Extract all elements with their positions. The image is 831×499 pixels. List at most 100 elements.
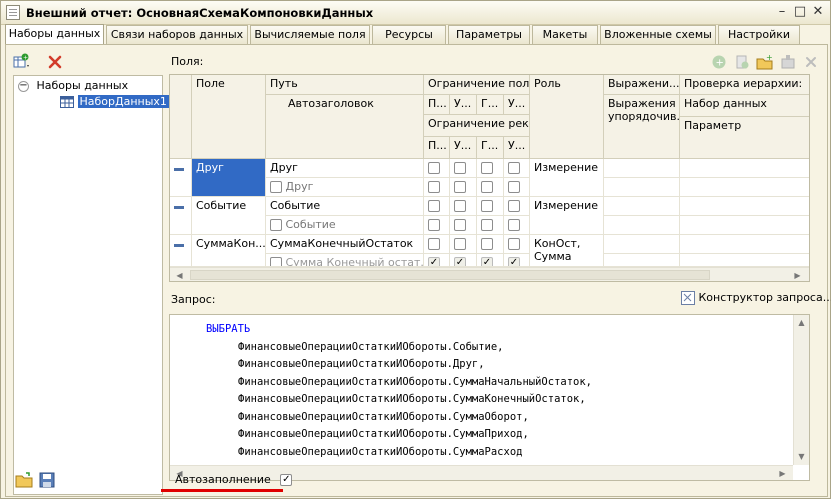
restriction-cell[interactable] (504, 235, 530, 254)
query-constructor-button[interactable]: Конструктор запроса... (681, 291, 831, 305)
scroll-right-icon[interactable]: ▶ (790, 268, 805, 281)
tab-calculated-fields[interactable]: Вычисляемые поля (250, 25, 370, 44)
attr-restriction-cell[interactable] (424, 178, 450, 197)
table-row-field[interactable]: Друг (192, 159, 266, 197)
column-header-attr-restriction-4[interactable]: У... (504, 137, 530, 159)
attr-restriction-checkbox[interactable] (428, 257, 440, 266)
attr-restriction-checkbox[interactable] (428, 219, 440, 231)
add-data-set-icon[interactable]: + (12, 53, 30, 71)
table-row-path[interactable]: Событие (266, 197, 424, 216)
restriction-cell[interactable] (477, 197, 504, 216)
table-row-field[interactable]: СуммаКон... (192, 235, 266, 267)
restriction-cell[interactable] (504, 197, 530, 216)
column-header-restriction-1[interactable]: П... (424, 95, 450, 115)
restriction-cell[interactable] (424, 235, 450, 254)
tab-data-set-links[interactable]: Связи наборов данных (106, 25, 248, 44)
restriction-checkbox[interactable] (454, 200, 466, 212)
data-sets-tree[interactable]: − Наборы данных НаборДанных1 (13, 75, 169, 495)
scroll-left-icon[interactable]: ◀ (172, 268, 187, 281)
column-header-field[interactable]: Поле (192, 75, 266, 159)
column-header-path[interactable]: Путь (266, 75, 424, 95)
table-row-hierarchy-param[interactable] (680, 254, 809, 267)
restriction-cell[interactable] (477, 159, 504, 178)
table-row-hierarchy-param[interactable] (680, 216, 809, 235)
attr-restriction-cell[interactable] (450, 216, 477, 235)
scroll-right-icon[interactable]: ▶ (775, 466, 790, 480)
table-row-role[interactable]: КонОст, Сумма (530, 235, 604, 267)
table-row-expression[interactable] (604, 197, 680, 216)
close-icon[interactable]: ✕ (810, 5, 826, 21)
scroll-down-icon[interactable]: ▼ (794, 449, 809, 464)
table-row-autotitle[interactable]: Сумма Конечный остат... (266, 254, 424, 267)
tab-settings[interactable]: Настройки (718, 25, 800, 44)
attr-restriction-cell[interactable] (504, 254, 530, 267)
column-header-hierarchy-check[interactable]: Проверка иерархии: (680, 75, 809, 95)
add-field-icon[interactable]: + (710, 53, 728, 71)
attr-restriction-cell[interactable] (450, 254, 477, 267)
attr-restriction-cell[interactable] (504, 178, 530, 197)
column-header-attr-restriction-1[interactable]: П... (424, 137, 450, 159)
table-row-expression[interactable] (604, 235, 680, 254)
move-field-icon[interactable] (779, 53, 797, 71)
restriction-cell[interactable] (450, 197, 477, 216)
attr-restriction-checkbox[interactable] (508, 181, 520, 193)
table-row-order-expression[interactable] (604, 254, 680, 267)
restriction-checkbox[interactable] (428, 162, 440, 174)
table-row-field[interactable]: Событие (192, 197, 266, 235)
open-folder-icon[interactable] (15, 471, 33, 489)
attr-restriction-checkbox[interactable] (508, 219, 520, 231)
table-row-role[interactable]: Измерение (530, 197, 604, 235)
autotitle-checkbox[interactable] (270, 257, 282, 266)
table-row-path[interactable]: Друг (266, 159, 424, 178)
tab-parameters[interactable]: Параметры (448, 25, 530, 44)
query-vertical-scrollbar[interactable]: ▲ ▼ (793, 315, 809, 465)
attr-restriction-checkbox[interactable] (454, 219, 466, 231)
tree-root[interactable]: − Наборы данных (18, 78, 128, 94)
table-row-hierarchy-set[interactable] (680, 235, 809, 254)
autofill-control[interactable]: Автозаполнение (175, 473, 293, 486)
attr-restriction-checkbox[interactable] (454, 257, 466, 266)
attr-restriction-cell[interactable] (450, 178, 477, 197)
autotitle-checkbox[interactable] (270, 181, 282, 193)
tab-resources[interactable]: Ресурсы (372, 25, 446, 44)
restriction-cell[interactable] (450, 159, 477, 178)
tab-data-sets[interactable]: Наборы данных (5, 24, 104, 44)
collapse-icon[interactable]: − (18, 80, 29, 92)
fields-grid[interactable]: Поле Путь Автозаголовок Ограничение поля… (169, 74, 810, 282)
column-header-restriction-2[interactable]: У... (450, 95, 477, 115)
column-header-data-set[interactable]: Набор данных (680, 95, 809, 117)
column-header-role[interactable]: Роль (530, 75, 604, 159)
attr-restriction-cell[interactable] (424, 254, 450, 267)
copy-field-icon[interactable] (733, 53, 751, 71)
restriction-checkbox[interactable] (481, 238, 493, 250)
column-header-attribute-restriction[interactable]: Ограничение рек... (424, 115, 530, 137)
table-row-hierarchy-param[interactable] (680, 178, 809, 197)
table-row-order-expression[interactable] (604, 178, 680, 197)
restriction-checkbox[interactable] (481, 162, 493, 174)
table-row-hierarchy-set[interactable] (680, 159, 809, 178)
query-text[interactable]: ВЫБРАТЬ ФинансовыеОперацииОстаткиИОборот… (206, 321, 592, 461)
minimize-icon[interactable]: – (774, 5, 790, 21)
attr-restriction-cell[interactable] (504, 216, 530, 235)
restriction-cell[interactable] (424, 159, 450, 178)
restriction-checkbox[interactable] (454, 238, 466, 250)
attr-restriction-checkbox[interactable] (481, 219, 493, 231)
restriction-checkbox[interactable] (454, 162, 466, 174)
table-row-hierarchy-set[interactable] (680, 197, 809, 216)
restriction-cell[interactable] (504, 159, 530, 178)
column-header-restriction-4[interactable]: У... (504, 95, 530, 115)
attr-restriction-cell[interactable] (477, 216, 504, 235)
scroll-up-icon[interactable]: ▲ (794, 315, 809, 330)
attr-restriction-checkbox[interactable] (481, 257, 493, 266)
maximize-icon[interactable]: □ (792, 5, 808, 21)
autotitle-checkbox[interactable] (270, 219, 282, 231)
column-header-parameter[interactable]: Параметр (680, 117, 809, 159)
restriction-cell[interactable] (450, 235, 477, 254)
restriction-checkbox[interactable] (428, 200, 440, 212)
column-header-autotitle[interactable]: Автозаголовок (266, 95, 424, 159)
autofill-checkbox[interactable] (280, 474, 293, 486)
save-icon[interactable] (38, 471, 56, 489)
table-row-role[interactable]: Измерение (530, 159, 604, 197)
attr-restriction-cell[interactable] (424, 216, 450, 235)
restriction-cell[interactable] (424, 197, 450, 216)
